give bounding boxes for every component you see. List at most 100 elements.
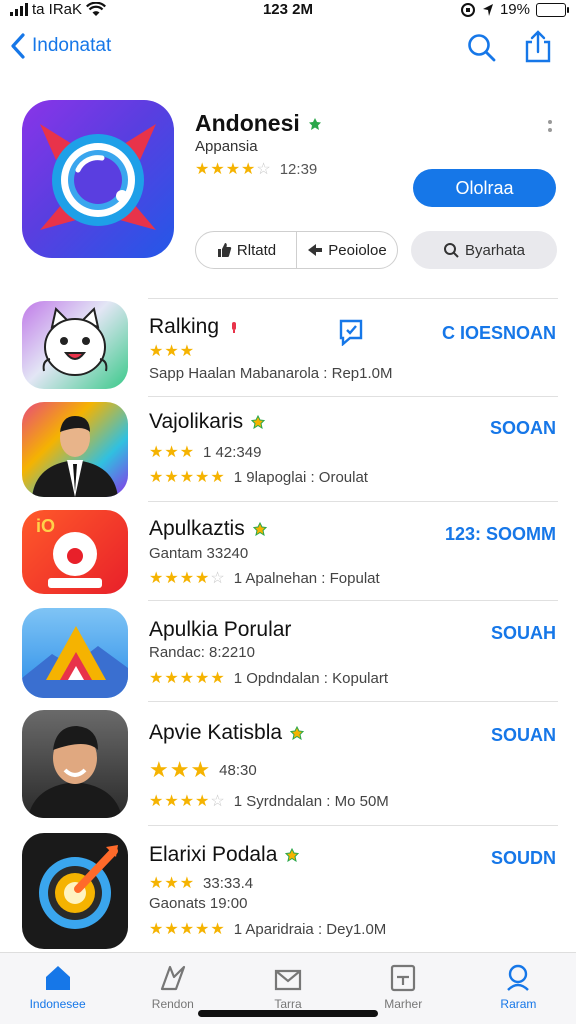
- app-icon-target: [22, 833, 128, 949]
- list-item[interactable]: Apvie Katisbla ★★★ 48:30 ★★★★☆ 1 Syrdnda…: [0, 703, 576, 825]
- star-badge-icon: [290, 726, 305, 740]
- bookmark-chat-icon[interactable]: [338, 318, 364, 346]
- cat-mascot-icon: [42, 307, 108, 376]
- app-icon-peak: [22, 608, 128, 698]
- status-right: 19%: [460, 1, 569, 18]
- list-item[interactable]: Apulkia Porular Randac: 8:2210 ★★★★★ 1 O…: [0, 602, 576, 702]
- popular-label: Peoioloe: [328, 241, 387, 259]
- row-title: Elarixi Podala: [149, 843, 300, 867]
- row-title: Apulkia Porular: [149, 618, 291, 642]
- battery-percent: 19%: [499, 1, 530, 18]
- hero-rating-text: 12:39: [279, 160, 318, 178]
- row-rating: ★★★ 1 42:349: [149, 442, 261, 462]
- list-item[interactable]: Vajolikaris ★★★ 1 42:349 ★★★★★ 1 9lapogl…: [0, 398, 576, 502]
- row-stars: ★★★: [149, 757, 212, 782]
- portrait-icon: [32, 416, 118, 497]
- search-pill-label: Byarhata: [464, 241, 526, 259]
- list-item[interactable]: iO Apulkaztis Gantam 33240 ★★★★☆ 1 Apaln…: [0, 503, 576, 601]
- back-button[interactable]: Indonatat: [8, 32, 111, 60]
- row-rating-text: 48:30: [219, 761, 257, 779]
- battery-icon: [536, 2, 569, 17]
- row-title-text: Ralking: [149, 315, 220, 338]
- tab-label: Rendon: [151, 997, 194, 1011]
- get-button[interactable]: Ololraa: [413, 169, 556, 207]
- row-title-text: Apulkaztis: [149, 517, 245, 540]
- row-meta-text: 1 Syrdndalan : Mo 50M: [233, 792, 389, 810]
- tab-search[interactable]: Raram: [461, 953, 576, 1024]
- chevron-left-icon: [11, 33, 25, 59]
- verified-badge-icon: [308, 117, 321, 130]
- more-options-icon[interactable]: [546, 118, 554, 140]
- row-title-text: Elarixi Podala: [149, 843, 278, 866]
- row-title: Ralking: [149, 315, 241, 339]
- games-icon: [160, 965, 185, 991]
- hero-rating: ★★★★☆ 12:39: [195, 159, 317, 179]
- search-pill[interactable]: Byarhata: [411, 231, 557, 269]
- camera-ring-icon: [40, 124, 156, 230]
- row-title-text: Vajolikaris: [149, 410, 244, 433]
- row-title-text: Apulkia Porular: [149, 618, 292, 641]
- nav-bar: Indonatat: [0, 28, 576, 72]
- popular-segment[interactable]: Peoioloe: [296, 232, 397, 268]
- rated-label: Rltatd: [236, 241, 277, 259]
- row-action-button[interactable]: SOUAH: [491, 623, 556, 644]
- row-meta: ★★★★★ 1 9lapoglai : Oroulat: [149, 467, 368, 487]
- target-icon: [39, 845, 118, 929]
- star-badge-icon: [252, 522, 267, 536]
- row-stars: ★★★★★: [149, 469, 226, 486]
- row-rating-text: 33:33.4: [203, 874, 254, 892]
- smiling-man-icon: [28, 726, 122, 818]
- row-rating: ★★★ 48:30: [149, 757, 257, 783]
- row-action-button[interactable]: C IOESNOAN: [442, 323, 556, 344]
- location-icon: [482, 3, 493, 16]
- arcade-icon: [391, 964, 416, 992]
- star-badge-icon: [285, 848, 300, 862]
- divider: [148, 501, 558, 502]
- app-icon-person: [22, 402, 128, 497]
- row-title: Vajolikaris: [149, 410, 266, 434]
- row-action-button[interactable]: SOUDN: [491, 848, 556, 869]
- hero-title-text: Andonesi: [195, 110, 300, 136]
- row-subtitle: Randac: 8:2210: [149, 644, 255, 661]
- list-item[interactable]: Ralking ★★★ Sapp Haalan Mabanarola : Rep…: [0, 298, 576, 398]
- row-rating: ★★★ 33:33.4: [149, 873, 253, 893]
- row-action-button[interactable]: 123: SOOMM: [445, 524, 556, 545]
- tab-label: Tarra: [274, 997, 302, 1011]
- hero-subtitle: Appansia: [195, 138, 258, 155]
- app-icon-red: iO: [22, 510, 128, 594]
- share-icon[interactable]: [522, 30, 554, 64]
- tab-label: Marher: [384, 997, 423, 1011]
- row-title-text: Apvie Katisbla: [149, 721, 283, 744]
- list-item[interactable]: Elarixi Podala ★★★ 33:33.4 Gaonats 19:00…: [0, 827, 576, 951]
- row-meta: ★★★★★ 1 Opdndalan : Kopulart: [149, 668, 388, 688]
- star-badge-icon: [251, 415, 266, 429]
- row-stars: ★★★: [149, 875, 196, 892]
- segmented-control: Rltatd Peoioloe: [195, 231, 398, 269]
- row-meta-text: 1 9lapoglai : Oroulat: [233, 468, 368, 486]
- search-icon: [507, 964, 530, 991]
- search-icon[interactable]: [466, 30, 498, 64]
- tab-today[interactable]: Indonesee: [0, 953, 115, 1024]
- row-rating-text: 1 42:349: [203, 443, 262, 461]
- apps-icon: [274, 969, 302, 991]
- divider: [148, 701, 558, 702]
- hero-title: Andonesi: [195, 110, 322, 137]
- row-meta-text: 1 Opdndalan : Kopulart: [233, 669, 388, 687]
- row-rating: ★★★: [149, 341, 195, 361]
- row-meta: ★★★★☆ 1 Syrdndalan : Mo 50M: [149, 791, 389, 811]
- divider: [148, 600, 558, 601]
- row-meta: ★★★★☆ 1 Apalnehan : Fopulat: [149, 568, 380, 588]
- hero-app-icon[interactable]: [22, 100, 174, 258]
- tab-label: Raram: [500, 997, 537, 1011]
- rated-segment[interactable]: Rltatd: [196, 232, 296, 268]
- divider: [148, 825, 558, 826]
- row-stars: ★★★: [149, 343, 196, 360]
- row-action-button[interactable]: SOUAN: [491, 725, 556, 746]
- home-indicator: [198, 1010, 378, 1017]
- tab-label: Indonesee: [29, 997, 86, 1011]
- row-action-button[interactable]: SOOAN: [490, 418, 556, 439]
- magnifier-icon: [443, 243, 459, 258]
- app-icon-portrait: [22, 710, 128, 818]
- app-icon-cat: [22, 301, 128, 389]
- arrow-icon: [308, 244, 323, 256]
